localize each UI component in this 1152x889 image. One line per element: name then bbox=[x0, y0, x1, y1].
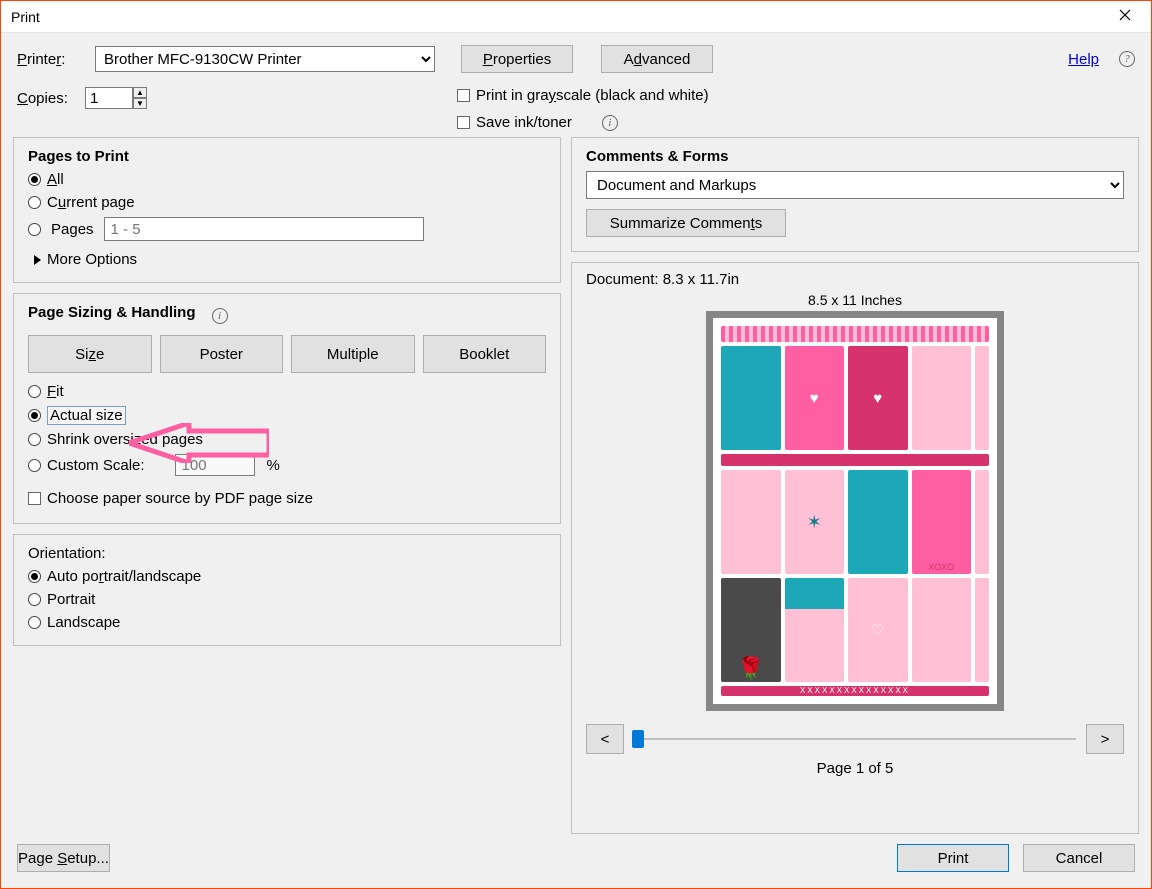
radio-icon bbox=[28, 459, 41, 472]
more-options-expand[interactable]: More Options bbox=[34, 251, 546, 268]
document-size-label: Document: 8.3 x 11.7in bbox=[586, 271, 1124, 288]
cancel-button[interactable]: Cancel bbox=[1023, 844, 1135, 872]
copies-input[interactable] bbox=[85, 87, 133, 109]
main-area: Pages to Print All Current page Pages bbox=[1, 137, 1151, 834]
radio-icon bbox=[28, 196, 41, 209]
radio-icon bbox=[28, 385, 41, 398]
slider-thumb-icon[interactable] bbox=[632, 730, 644, 748]
expand-icon bbox=[34, 255, 41, 265]
help-info-icon[interactable]: ? bbox=[1119, 51, 1135, 67]
prev-page-button[interactable]: < bbox=[586, 724, 624, 754]
radio-icon bbox=[28, 433, 41, 446]
radio-icon bbox=[28, 616, 41, 629]
pages-range-input[interactable] bbox=[104, 217, 424, 241]
radio-icon bbox=[28, 223, 41, 236]
custom-scale-input[interactable] bbox=[175, 454, 255, 476]
copies-label: Copies: bbox=[17, 90, 79, 107]
help-link[interactable]: Help bbox=[1068, 51, 1099, 68]
copies-stepper[interactable]: ▲ ▼ bbox=[85, 87, 147, 109]
radio-landscape[interactable]: Landscape bbox=[28, 614, 546, 631]
copies-down-icon[interactable]: ▼ bbox=[133, 98, 147, 109]
page-indicator: Page 1 of 5 bbox=[586, 760, 1124, 777]
radio-custom-scale[interactable]: Custom Scale: % bbox=[28, 454, 546, 476]
summarize-comments-button[interactable]: Summarize Comments bbox=[586, 209, 786, 237]
pages-title: Pages to Print bbox=[28, 148, 546, 165]
printer-select[interactable]: Brother MFC-9130CW Printer bbox=[95, 46, 435, 72]
preview-panel: Document: 8.3 x 11.7in 8.5 x 11 Inches bbox=[571, 262, 1139, 834]
sizing-group: Page Sizing & Handling i Size Poster Mul… bbox=[13, 293, 561, 524]
orientation-title: Orientation: bbox=[28, 545, 546, 562]
tab-multiple[interactable]: Multiple bbox=[291, 335, 415, 373]
radio-shrink[interactable]: Shrink oversized pages bbox=[28, 431, 546, 448]
tab-size[interactable]: Size bbox=[28, 335, 152, 373]
sizing-title: Page Sizing & Handling bbox=[28, 304, 196, 321]
comments-title: Comments & Forms bbox=[586, 148, 1124, 165]
info-icon[interactable]: i bbox=[602, 115, 618, 131]
radio-icon bbox=[28, 593, 41, 606]
advanced-button[interactable]: Advanced bbox=[601, 45, 713, 73]
next-page-button[interactable]: > bbox=[1086, 724, 1124, 754]
properties-button[interactable]: Properties bbox=[461, 45, 573, 73]
close-icon[interactable] bbox=[1109, 8, 1141, 25]
preview-page: ♥ ♥ bbox=[707, 312, 1003, 710]
radio-portrait[interactable]: Portrait bbox=[28, 591, 546, 608]
checkbox-icon bbox=[28, 492, 41, 505]
print-button[interactable]: Print bbox=[897, 844, 1009, 872]
comments-select[interactable]: Document and Markups bbox=[586, 171, 1124, 199]
zoom-slider[interactable] bbox=[634, 738, 1076, 740]
checkbox-icon bbox=[457, 89, 470, 102]
radio-icon bbox=[28, 570, 41, 583]
radio-auto-orient[interactable]: Auto portrait/landscape bbox=[28, 568, 546, 585]
radio-icon bbox=[28, 173, 41, 186]
comments-group: Comments & Forms Document and Markups Su… bbox=[571, 137, 1139, 252]
info-icon[interactable]: i bbox=[212, 308, 228, 324]
top-settings: Printer: Brother MFC-9130CW Printer Prop… bbox=[1, 33, 1151, 137]
tab-poster[interactable]: Poster bbox=[160, 335, 284, 373]
radio-current[interactable]: Current page bbox=[28, 194, 546, 211]
printer-label: Printer: bbox=[17, 51, 79, 68]
checkbox-icon bbox=[457, 116, 470, 129]
titlebar: Print bbox=[1, 1, 1151, 33]
pages-to-print-group: Pages to Print All Current page Pages bbox=[13, 137, 561, 283]
save-ink-checkbox[interactable]: Save ink/toner i bbox=[457, 114, 709, 131]
copies-up-icon[interactable]: ▲ bbox=[133, 87, 147, 98]
tab-booklet[interactable]: Booklet bbox=[423, 335, 547, 373]
paper-source-checkbox[interactable]: Choose paper source by PDF page size bbox=[28, 490, 313, 507]
print-dialog: Print Printer: Brother MFC-9130CW Printe… bbox=[0, 0, 1152, 889]
radio-pages[interactable]: Pages bbox=[28, 217, 546, 241]
radio-icon bbox=[28, 409, 41, 422]
radio-actual-size[interactable]: Actual size bbox=[28, 406, 546, 425]
preview-thumbnail: ♥ ♥ bbox=[721, 326, 989, 696]
window-title: Print bbox=[11, 9, 1109, 25]
footer: Page Setup... Print Cancel bbox=[1, 834, 1151, 888]
page-setup-button[interactable]: Page Setup... bbox=[17, 844, 110, 872]
orientation-group: Orientation: Auto portrait/landscape Por… bbox=[13, 534, 561, 646]
paper-size-label: 8.5 x 11 Inches bbox=[586, 292, 1124, 308]
radio-all[interactable]: All bbox=[28, 171, 546, 188]
radio-fit[interactable]: Fit bbox=[28, 383, 546, 400]
grayscale-checkbox[interactable]: Print in grayscale (black and white) bbox=[457, 87, 709, 104]
